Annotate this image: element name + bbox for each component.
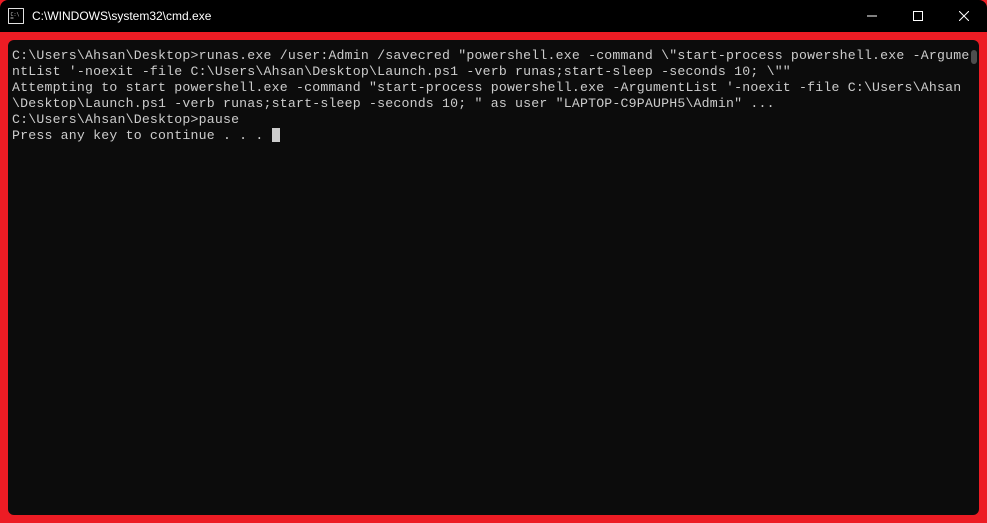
terminal-content: C:\Users\Ahsan\Desktop>runas.exe /user:A… [12, 48, 975, 144]
cmd-icon: C:\ [8, 8, 24, 24]
terminal-line: C:\Users\Ahsan\Desktop>pause [12, 112, 975, 128]
scrollbar-thumb[interactable] [971, 50, 977, 64]
titlebar[interactable]: C:\ C:\WINDOWS\system32\cmd.exe [0, 0, 987, 32]
terminal[interactable]: C:\Users\Ahsan\Desktop>runas.exe /user:A… [8, 40, 979, 515]
terminal-text: Press any key to continue . . . [12, 128, 272, 143]
terminal-line: Press any key to continue . . . [12, 128, 975, 144]
window-title: C:\WINDOWS\system32\cmd.exe [32, 9, 849, 23]
svg-text:C:\: C:\ [11, 12, 20, 18]
maximize-button[interactable] [895, 0, 941, 32]
terminal-line: C:\Users\Ahsan\Desktop>runas.exe /user:A… [12, 48, 975, 80]
close-button[interactable] [941, 0, 987, 32]
minimize-button[interactable] [849, 0, 895, 32]
terminal-area: C:\Users\Ahsan\Desktop>runas.exe /user:A… [0, 32, 987, 523]
terminal-line: Attempting to start powershell.exe -comm… [12, 80, 975, 112]
cursor [272, 128, 280, 142]
window-controls [849, 0, 987, 32]
cmd-window: C:\ C:\WINDOWS\system32\cmd.exe [0, 0, 987, 523]
